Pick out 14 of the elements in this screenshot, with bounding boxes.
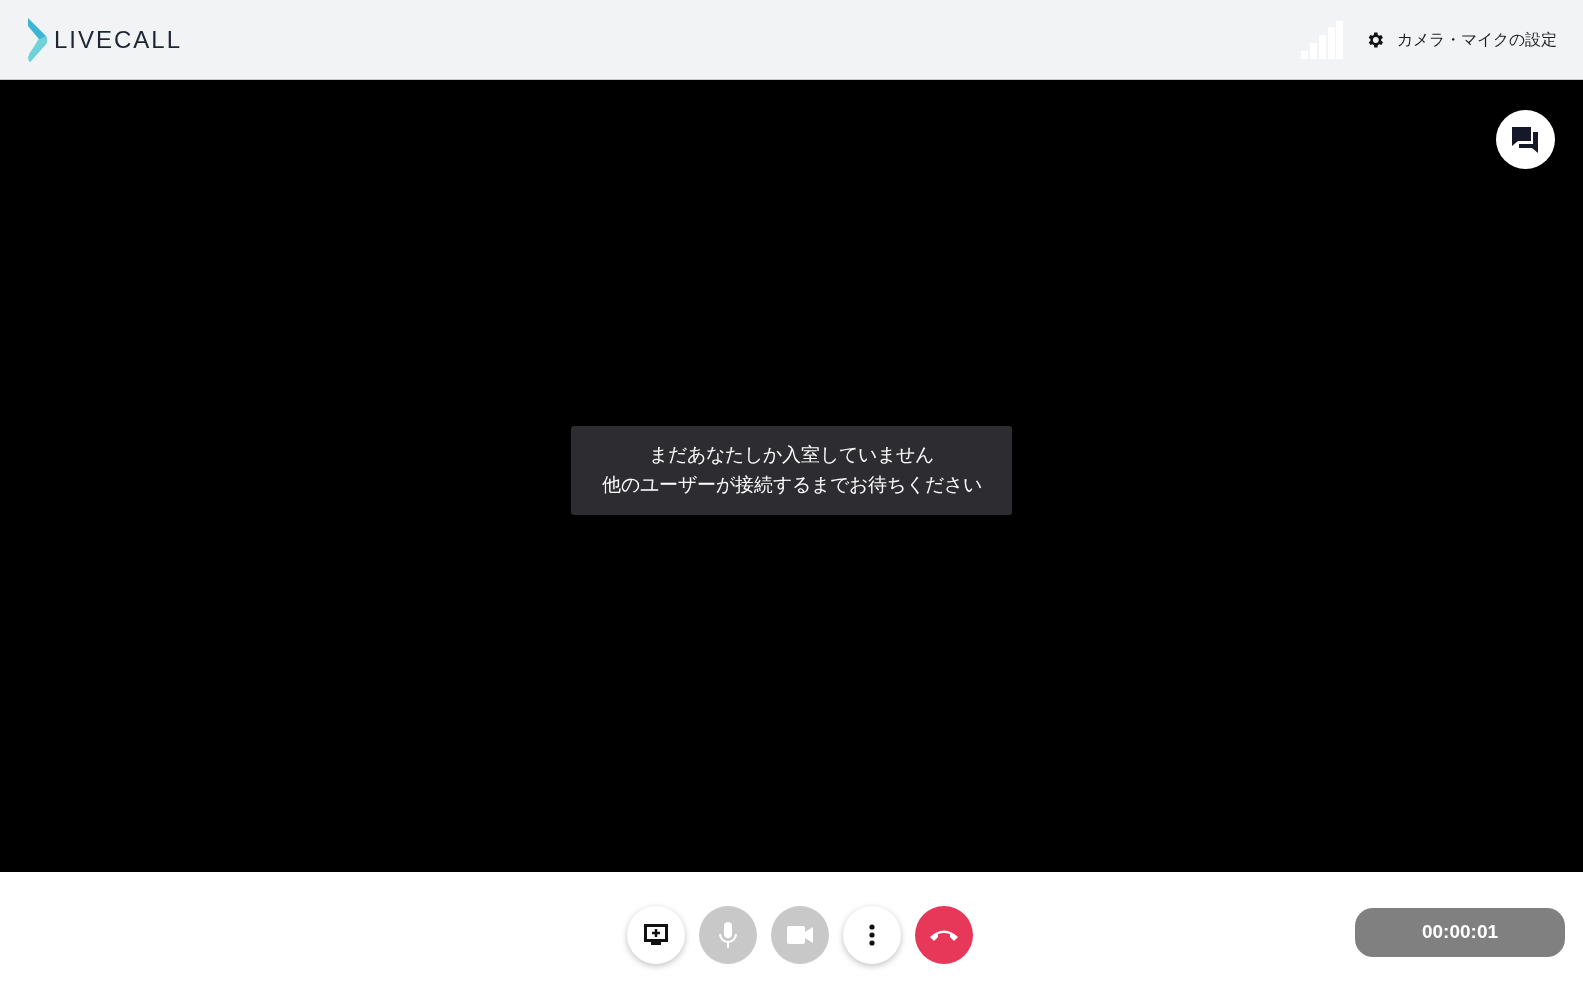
settings-button[interactable]: カメラ・マイクの設定 xyxy=(1365,27,1557,52)
logo-text: LIVECALL xyxy=(54,24,183,55)
video-camera-icon xyxy=(786,926,813,944)
waiting-message: まだあなたしか入室していません 他のユーザーが接続するまでお待ちください xyxy=(571,425,1012,515)
more-button[interactable] xyxy=(842,906,901,964)
hang-up-icon xyxy=(928,928,959,942)
microphone-icon xyxy=(718,922,737,948)
hang-up-button[interactable] xyxy=(914,906,973,964)
more-icon xyxy=(868,924,875,946)
share-screen-button[interactable] xyxy=(626,906,685,964)
logo-icon xyxy=(26,17,48,62)
screen-share-icon xyxy=(643,924,668,946)
chat-icon xyxy=(1511,126,1540,153)
call-timer: 00:00:01 xyxy=(1355,908,1565,957)
